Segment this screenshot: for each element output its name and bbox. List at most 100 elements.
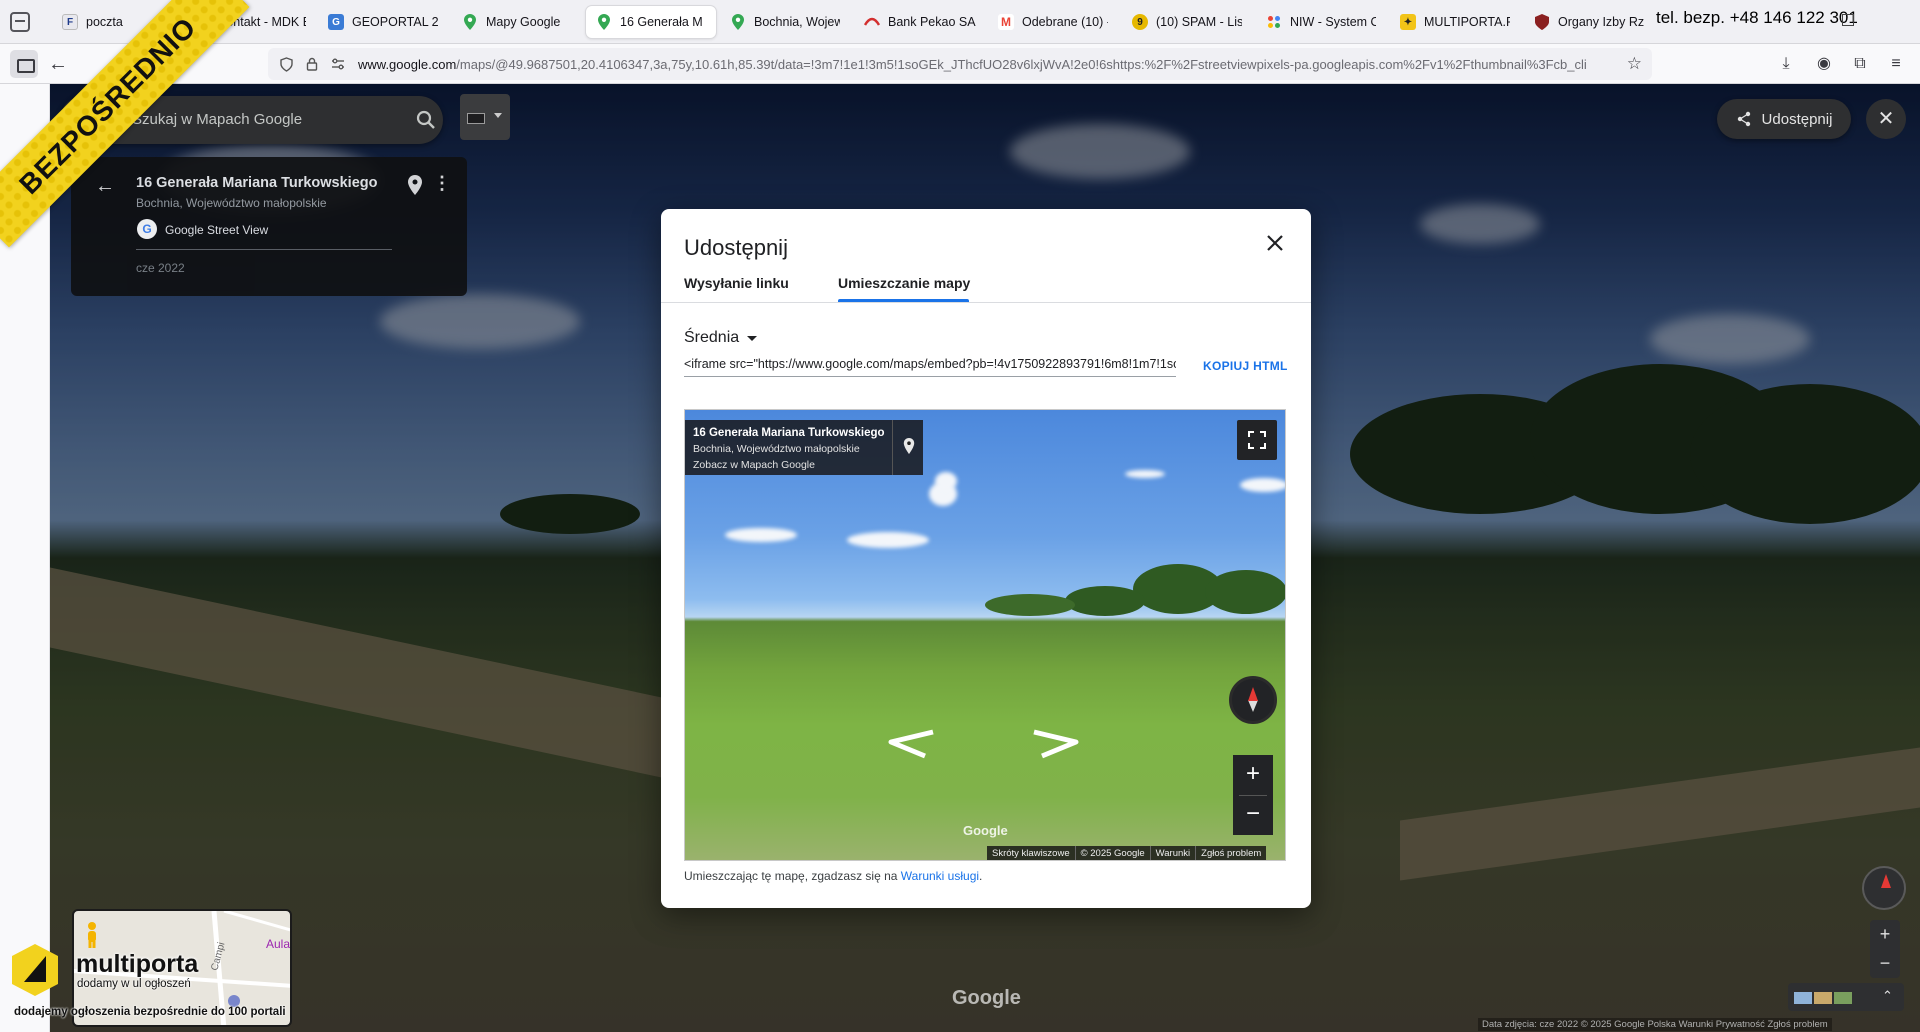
terms-suffix: .: [979, 869, 983, 883]
bookmark-star-icon[interactable]: ☆: [1627, 54, 1642, 74]
layer-thumb[interactable]: [1814, 992, 1832, 1004]
maps-pin-icon: [730, 14, 746, 30]
preview-zoom-control: + −: [1233, 755, 1273, 835]
tab-niw[interactable]: NIW - System Ob: [1256, 6, 1386, 38]
zoom-out-button[interactable]: −: [1233, 795, 1273, 835]
tab-active-streetview[interactable]: 16 Generała M: [586, 6, 716, 38]
preview-subtitle: Bochnia, Województwo małopolskie: [693, 443, 860, 455]
keyboard-shortcuts-link[interactable]: Skróty klawiszowe: [987, 846, 1076, 860]
capture-date[interactable]: cze 2022: [136, 261, 185, 275]
preview-open-in-maps-link[interactable]: Zobacz w Mapach Google: [693, 459, 815, 471]
lock-icon[interactable]: [304, 56, 320, 72]
layer-thumb[interactable]: [1794, 992, 1812, 1004]
tab-mapy-google[interactable]: Mapy Google: [452, 6, 582, 38]
terms-notice: Umieszczając tę mapę, zgadzasz się na Wa…: [684, 869, 982, 883]
cloud-shape: [847, 532, 929, 548]
copy-html-button[interactable]: KOPIUJ HTML: [1203, 359, 1288, 373]
tab-title: poczta: [86, 15, 123, 29]
pegman-icon[interactable]: [84, 921, 100, 949]
cloud-shape: [935, 472, 957, 490]
extensions-icon[interactable]: ⧉: [1850, 54, 1870, 74]
preview-title: 16 Generała Mariana Turkowskiego: [693, 427, 885, 439]
spam-icon: 9: [1132, 14, 1148, 30]
cloud-shape: [1125, 470, 1165, 478]
report-problem-link[interactable]: Zgłoś problem: [1196, 846, 1266, 860]
window-restore-icon[interactable]: [1842, 14, 1854, 26]
pin-icon[interactable]: [903, 438, 915, 454]
tab-title: Bochnia, Wojewódz: [754, 15, 840, 29]
tab-title: 16 Generała M: [620, 15, 703, 29]
location-info-card: ← 16 Generała Mariana Turkowskiego Bochn…: [71, 157, 467, 296]
more-vert-icon[interactable]: ⋮: [433, 173, 451, 194]
tree-shape: [1065, 586, 1145, 616]
cloud-shape: [1240, 478, 1285, 492]
google-watermark: Google: [952, 987, 1021, 1009]
tab-title: NIW - System Ob: [1290, 15, 1376, 29]
zoom-in-button[interactable]: +: [1233, 755, 1273, 795]
back-arrow-icon[interactable]: ←: [48, 52, 68, 76]
terms-link[interactable]: Warunki: [1151, 846, 1197, 860]
pin-icon[interactable]: [407, 175, 423, 195]
tab-izba[interactable]: Organy Izby Rzem: [1524, 6, 1654, 38]
share-label: Udostępnij: [1761, 110, 1833, 128]
zoom-in-button[interactable]: +: [1870, 920, 1900, 949]
tab-spam[interactable]: 9 (10) SPAM - Lista: [1122, 6, 1252, 38]
layer-thumb[interactable]: [1834, 992, 1852, 1004]
brand-tagline: dodamy w ul ogłoszeń: [77, 978, 191, 990]
brand-name: multiporta: [76, 950, 199, 978]
street-view-source[interactable]: Google Street View: [165, 223, 268, 237]
url-path: /maps/@49.9687501,20.4106347,3a,75y,10.6…: [456, 56, 1587, 72]
address-bar[interactable]: www.google.com/maps/@49.9687501,20.41063…: [268, 48, 1652, 80]
gmail-icon: M: [998, 14, 1014, 30]
niw-icon: [1266, 14, 1282, 30]
terms-of-service-link[interactable]: Warunki usługi: [901, 869, 979, 883]
menu-icon[interactable]: ≡: [1886, 54, 1906, 74]
maps-pin-icon: [596, 14, 612, 30]
share-icon: [1737, 111, 1750, 127]
permissions-icon[interactable]: [330, 56, 346, 72]
nav-arrow-right-icon[interactable]: [1030, 728, 1082, 760]
tab-gmail[interactable]: M Odebrane (10) - c: [988, 6, 1118, 38]
chevron-up-icon[interactable]: ⌃: [1882, 988, 1893, 1004]
zoom-out-button[interactable]: −: [1870, 949, 1900, 978]
doc-icon: F: [62, 14, 78, 30]
embed-code-field[interactable]: <iframe src="https://www.google.com/maps…: [684, 357, 1176, 377]
nav-arrow-left-icon[interactable]: [885, 728, 937, 760]
size-dropdown[interactable]: Średnia: [684, 329, 758, 347]
compass-icon[interactable]: [1229, 676, 1277, 724]
download-icon[interactable]: ⤓: [1776, 54, 1796, 74]
embed-preview[interactable]: 16 Generała Mariana Turkowskiego Bochnia…: [684, 409, 1286, 861]
tab-embed-map[interactable]: Umieszczanie mapy: [838, 275, 970, 291]
zoom-control: + −: [1870, 920, 1900, 978]
back-arrow-icon[interactable]: ←: [95, 175, 115, 198]
close-icon[interactable]: ✕: [1866, 99, 1906, 139]
search-input[interactable]: Szukaj w Mapach Google: [132, 111, 302, 128]
tab-send-link[interactable]: Wysyłanie linku: [684, 275, 789, 291]
compass-icon[interactable]: [1862, 866, 1906, 910]
tab-bochnia[interactable]: Bochnia, Wojewódz: [720, 6, 850, 38]
share-dialog: Udostępnij Wysyłanie linku Umieszczanie …: [661, 209, 1311, 908]
tab-list-icon[interactable]: [10, 12, 30, 32]
cloud-shape: [725, 528, 797, 542]
fullscreen-icon[interactable]: [1237, 420, 1277, 460]
location-title: 16 Generała Mariana Turkowskiego: [136, 175, 378, 191]
tab-multiporta[interactable]: ✦ MULTIPORTA.PL -: [1390, 6, 1520, 38]
google-icon: G: [137, 219, 157, 239]
tree-shape: [985, 594, 1075, 616]
layers-control[interactable]: ⌃: [1788, 983, 1904, 1011]
sidebar-toggle-icon[interactable]: [10, 50, 38, 78]
browser-tab-bar: F poczta M Kontakt - MDK Bochnia G GEOPO…: [0, 0, 1920, 44]
keyboard-icon[interactable]: [460, 94, 510, 140]
preview-google-watermark: Google: [963, 823, 1008, 838]
share-button[interactable]: Udostępnij: [1717, 99, 1851, 139]
search-icon[interactable]: [414, 108, 438, 132]
account-icon[interactable]: ◉: [1814, 54, 1834, 74]
preview-info-card: 16 Generała Mariana Turkowskiego Bochnia…: [685, 420, 923, 475]
tab-title: Odebrane (10) - c: [1022, 15, 1108, 29]
url-text[interactable]: www.google.com/maps/@49.9687501,20.41063…: [358, 57, 1627, 72]
close-icon[interactable]: [1263, 231, 1287, 255]
shield-icon[interactable]: [278, 56, 294, 72]
tab-pekao[interactable]: Bank Pekao SA: [854, 6, 986, 38]
tab-geoportal[interactable]: G GEOPORTAL 2: [318, 6, 450, 38]
poi-label: Aula: [266, 937, 291, 951]
